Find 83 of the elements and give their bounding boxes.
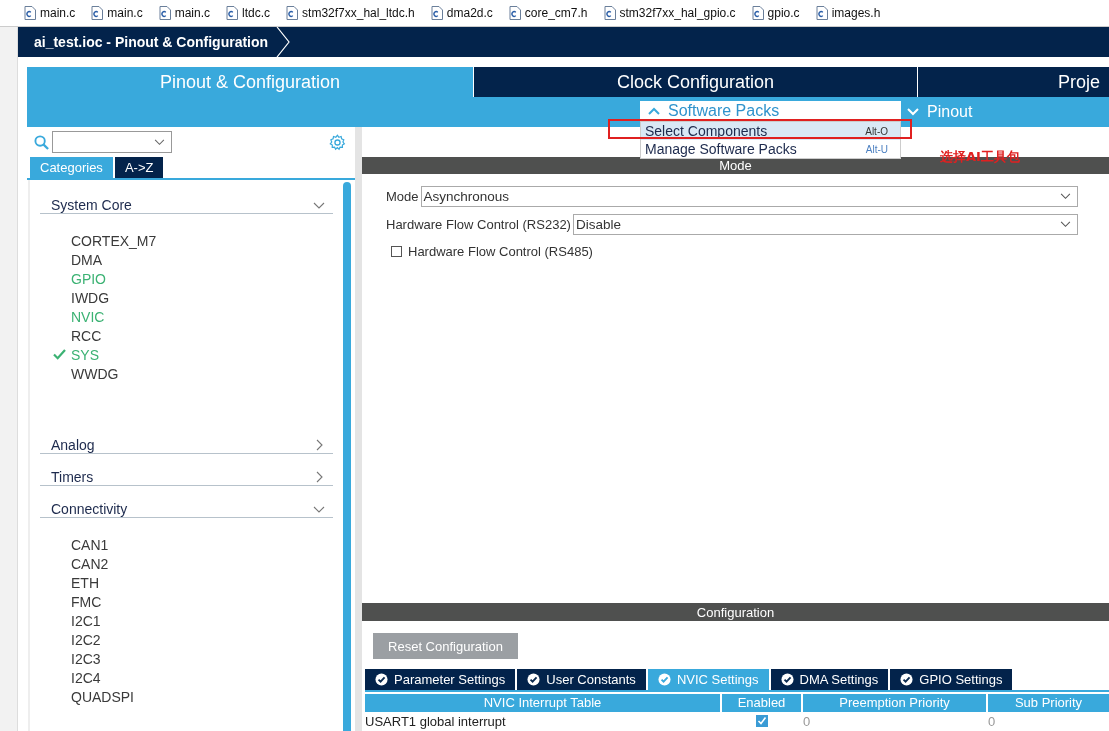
- chevron-down-icon: [907, 108, 919, 116]
- column-header: Preemption Priority: [803, 694, 986, 712]
- main-tab[interactable]: Clock Configuration: [473, 67, 917, 97]
- category-header[interactable]: Connectivity: [40, 491, 333, 518]
- file-tab[interactable]: stm32f7xx_hal_gpio.c: [587, 6, 736, 20]
- window-title: ai_test.ioc - Pinout & Configuration: [33, 34, 270, 50]
- chevron-down-icon: [154, 138, 165, 146]
- menu-item[interactable]: Manage Software Packs Alt-U: [641, 140, 900, 158]
- peripheral-item[interactable]: I2C3: [71, 650, 101, 667]
- c-file-icon: [430, 6, 443, 20]
- file-tab[interactable]: dma2d.c: [414, 6, 493, 20]
- section-title: Mode: [719, 158, 752, 173]
- field-label: Hardware Flow Control (RS232): [386, 217, 571, 232]
- file-tab[interactable]: images.h: [799, 6, 881, 20]
- c-file-icon: [751, 6, 764, 20]
- peripheral-item[interactable]: I2C2: [71, 631, 101, 648]
- peripheral-item[interactable]: IWDG: [71, 289, 110, 306]
- category-label: Timers: [51, 469, 94, 485]
- section-title: Configuration: [696, 604, 775, 620]
- dropdown-field[interactable]: Disable: [572, 214, 1078, 235]
- c-file-icon: [158, 6, 171, 20]
- file-tab[interactable]: stm32f7xx_hal_ltdc.h: [270, 6, 415, 20]
- file-tab[interactable]: main.c: [142, 6, 211, 20]
- table-cell-text: 0: [803, 713, 812, 729]
- dropdown-field[interactable]: Asynchronous: [420, 186, 1078, 207]
- column-header: Enabled: [722, 694, 801, 712]
- peripheral-item[interactable]: QUADSPI: [71, 688, 134, 705]
- settings-tab[interactable]: Parameter Settings: [365, 669, 516, 690]
- peripheral-item[interactable]: I2C4: [71, 669, 101, 686]
- field-label: Mode: [386, 189, 419, 204]
- category-header[interactable]: Timers: [40, 459, 333, 486]
- c-file-icon: [226, 6, 239, 20]
- peripheral-item[interactable]: RCC: [71, 327, 102, 344]
- chevron-down-icon: [1060, 221, 1071, 228]
- chevron-up-icon: [648, 107, 660, 115]
- settings-tab[interactable]: GPIO Settings: [890, 669, 1013, 690]
- peripheral-item[interactable]: WWDG: [71, 365, 119, 382]
- column-header: Sub Priority: [988, 694, 1109, 712]
- category-header[interactable]: Analog: [40, 427, 333, 454]
- peripheral-item[interactable]: DMA: [71, 251, 103, 268]
- peripheral-item[interactable]: CAN2: [71, 555, 109, 572]
- table-cell-text: 0: [988, 713, 997, 729]
- c-file-icon: [603, 6, 616, 20]
- file-tab[interactable]: gpio.c: [735, 6, 800, 20]
- category-label: Analog: [51, 437, 95, 453]
- software-packs-dropdown[interactable]: Software Packs: [640, 101, 901, 121]
- peripheral-item[interactable]: CAN1: [71, 536, 109, 553]
- main-tab[interactable]: Proje: [917, 67, 1109, 97]
- peripheral-item[interactable]: ETH: [71, 574, 99, 591]
- settings-tab[interactable]: DMA Settings: [770, 669, 889, 690]
- peripheral-item[interactable]: FMC: [71, 593, 102, 610]
- check-circle-icon: [657, 673, 671, 686]
- peripheral-item[interactable]: CORTEX_M7: [71, 232, 157, 249]
- search-combo-field[interactable]: [52, 131, 172, 153]
- c-file-icon: [286, 6, 299, 20]
- checkbox[interactable]: [391, 246, 402, 257]
- column-header: NVIC Interrupt Table: [365, 694, 720, 712]
- category-label: System Core: [51, 197, 132, 213]
- sidebar-tab[interactable]: A->Z: [114, 157, 164, 178]
- scrollbar[interactable]: [343, 182, 351, 731]
- file-tab[interactable]: core_cm7.h: [492, 6, 588, 20]
- settings-tab[interactable]: User Constants: [517, 669, 646, 690]
- file-tab[interactable]: ltdc.c: [210, 6, 271, 20]
- checkbox-label: Hardware Flow Control (RS485): [408, 244, 593, 259]
- category-label: Connectivity: [51, 501, 128, 517]
- search-icon: [34, 134, 49, 150]
- check-circle-icon: [780, 673, 794, 686]
- c-file-icon: [91, 6, 104, 20]
- check-circle-icon: [375, 673, 388, 686]
- file-tab[interactable]: main.c: [75, 6, 143, 20]
- chevron-down-icon: [1060, 193, 1071, 200]
- c-file-icon: [508, 6, 521, 20]
- c-file-icon: [815, 6, 828, 20]
- annotation-text: 选择AI工具包: [940, 148, 1020, 166]
- check-circle-icon: [527, 673, 541, 686]
- file-tab[interactable]: main.c: [0, 6, 76, 20]
- check-circle-icon: [900, 673, 914, 686]
- checkbox[interactable]: [755, 715, 768, 727]
- c-file-icon: [24, 6, 36, 20]
- peripheral-item[interactable]: I2C1: [71, 612, 101, 629]
- category-header[interactable]: System Core: [40, 187, 333, 214]
- settings-icon[interactable]: [329, 133, 346, 151]
- table-cell-text: USART1 global interrupt: [365, 713, 507, 729]
